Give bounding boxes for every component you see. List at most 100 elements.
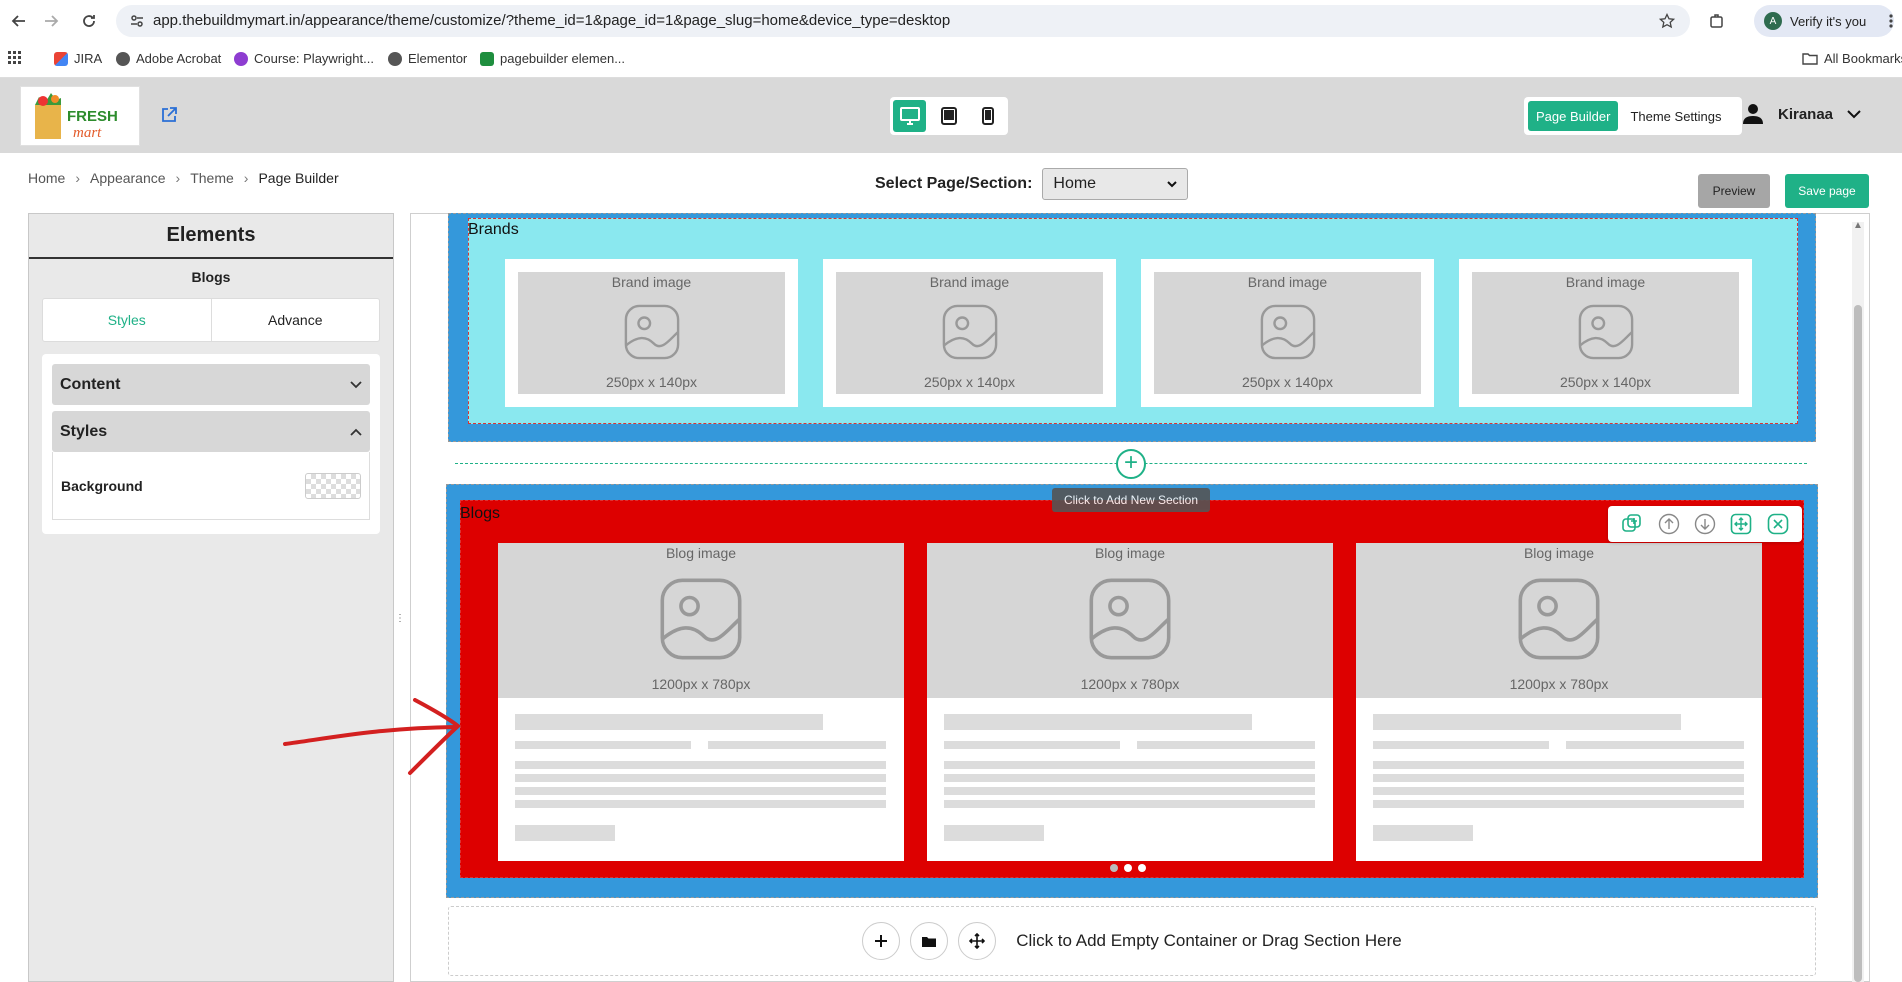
breadcrumb-home[interactable]: Home: [28, 170, 65, 186]
blog-text-skeleton: [944, 800, 1315, 808]
carousel-dot[interactable]: [1138, 864, 1146, 872]
blog-text-skeleton: [944, 774, 1315, 782]
svg-text:mart: mart: [73, 125, 102, 141]
fresh-mart-logo[interactable]: FRESH mart: [20, 86, 140, 146]
accordion-content[interactable]: Content: [52, 364, 370, 405]
browser-menu-icon[interactable]: [1884, 10, 1898, 32]
brand-image-placeholder: Brand image 250px x 140px: [518, 272, 785, 394]
chevron-down-icon: [1167, 180, 1178, 187]
user-name: Kiranaa: [1778, 105, 1834, 123]
background-color-picker[interactable]: [305, 472, 361, 499]
blog-text-skeleton: [1373, 800, 1744, 808]
page-section-selector: Select Page/Section: Home: [875, 168, 1189, 200]
duplicate-icon: [1622, 514, 1641, 532]
move-section-down-button[interactable]: [1694, 513, 1716, 535]
reload-icon[interactable]: [78, 10, 100, 32]
drag-section-button[interactable]: [1730, 513, 1752, 535]
blog-card[interactable]: Blog image 1200px x 780px: [498, 543, 904, 861]
breadcrumb-page-builder: Page Builder: [258, 170, 339, 186]
page-select-dropdown[interactable]: Home: [1042, 168, 1189, 200]
image-placeholder-icon: [1518, 578, 1600, 659]
delete-section-button[interactable]: [1767, 513, 1789, 535]
drag-section-here-button[interactable]: [958, 922, 997, 960]
extensions-icon[interactable]: [1706, 10, 1728, 32]
canvas-scroll-thumb[interactable]: [1854, 305, 1862, 982]
bookmark-course-playwright[interactable]: Course: Playwright...: [234, 51, 374, 66]
site-info-icon[interactable]: [126, 10, 148, 32]
sidebar-resize-handle[interactable]: ⋮: [395, 612, 405, 626]
device-switcher: [890, 97, 1008, 135]
brand-card[interactable]: Brand image 250px x 140px: [823, 259, 1116, 407]
desktop-icon: [899, 107, 920, 125]
tab-styles[interactable]: Styles: [43, 299, 212, 341]
blog-title-skeleton: [515, 714, 823, 730]
forward-icon[interactable]: [40, 10, 62, 32]
image-placeholder-icon: [1089, 578, 1171, 659]
tab-advance[interactable]: Advance: [212, 299, 380, 341]
duplicate-section-button[interactable]: [1621, 513, 1643, 535]
scroll-up-icon[interactable]: ▲: [1853, 220, 1863, 231]
profile-avatar: A: [1764, 12, 1782, 30]
browser-toolbar: app.thebuildmymart.in/appearance/theme/c…: [0, 0, 1902, 42]
bookmark-star-icon[interactable]: [1656, 10, 1678, 32]
user-menu[interactable]: Kiranaa: [1742, 103, 1861, 125]
chevron-right-icon: ›: [75, 170, 81, 186]
brand-card[interactable]: Brand image 250px x 140px: [1459, 259, 1752, 407]
chevron-down-icon: [350, 380, 362, 388]
open-external-icon[interactable]: [160, 106, 178, 129]
page-builder-tab[interactable]: Page Builder: [1528, 101, 1619, 131]
add-container-button[interactable]: [862, 922, 901, 960]
apps-grid-icon[interactable]: [8, 51, 22, 65]
background-label: Background: [61, 477, 143, 494]
browse-sections-button[interactable]: [910, 922, 949, 960]
preview-button[interactable]: Preview: [1698, 174, 1770, 208]
background-setting: Background: [52, 452, 370, 520]
blog-card[interactable]: Blog image 1200px x 780px: [1356, 543, 1762, 861]
carousel-dot[interactable]: [1110, 864, 1118, 872]
blog-text-skeleton: [1373, 787, 1744, 795]
blog-image-placeholder: Blog image 1200px x 780px: [927, 543, 1333, 698]
empty-container-dropzone[interactable]: Click to Add Empty Container or Drag Sec…: [448, 906, 1816, 976]
image-placeholder-icon: [624, 304, 679, 360]
carousel-dot[interactable]: [1124, 864, 1132, 872]
blog-button-skeleton: [1373, 825, 1473, 841]
accordion-styles[interactable]: Styles: [52, 411, 370, 452]
save-page-button[interactable]: Save page: [1785, 174, 1869, 208]
move-icon: [969, 933, 986, 949]
chevron-right-icon: ›: [175, 170, 181, 186]
back-icon[interactable]: [8, 10, 30, 32]
bookmark-adobe-acrobat[interactable]: Adobe Acrobat: [116, 51, 221, 66]
blog-text-skeleton: [515, 761, 886, 769]
empty-container-text: Click to Add Empty Container or Drag Sec…: [1016, 931, 1402, 950]
move-section-up-button[interactable]: [1658, 513, 1680, 535]
image-placeholder-icon: [942, 304, 997, 360]
blog-text-skeleton: [515, 774, 886, 782]
move-icon: [1731, 513, 1752, 535]
globe-icon: [388, 51, 402, 66]
mobile-icon: [982, 107, 995, 125]
bookmark-pagebuilder[interactable]: pagebuilder elemen...: [480, 51, 625, 66]
profile-verify-button[interactable]: A Verify it's you: [1754, 5, 1894, 37]
tablet-view-button[interactable]: [932, 100, 965, 132]
folder-icon: [1802, 53, 1818, 65]
plus-icon: [875, 935, 888, 947]
blog-card[interactable]: Blog image 1200px x 780px: [927, 543, 1333, 861]
sidebar-title: Elements: [29, 214, 393, 259]
mobile-view-button[interactable]: [972, 100, 1005, 132]
brand-card[interactable]: Brand image 250px x 140px: [1141, 259, 1434, 407]
bookmark-jira[interactable]: JIRA: [54, 51, 102, 66]
theme-settings-tab[interactable]: Theme Settings: [1622, 101, 1729, 131]
image-placeholder-icon: [660, 578, 742, 659]
bookmark-elementor[interactable]: Elementor: [388, 51, 467, 66]
add-section-button[interactable]: +: [1116, 449, 1146, 479]
blog-title-skeleton: [944, 714, 1252, 730]
svg-text:FRESH: FRESH: [67, 108, 118, 125]
sidebar-tabs: Styles Advance: [42, 298, 380, 342]
brand-card[interactable]: Brand image 250px x 140px: [505, 259, 798, 407]
breadcrumb-appearance[interactable]: Appearance: [90, 170, 166, 186]
url-text: app.thebuildmymart.in/appearance/theme/c…: [153, 12, 951, 29]
blog-image-placeholder: Blog image 1200px x 780px: [498, 543, 904, 698]
desktop-view-button[interactable]: [893, 100, 927, 132]
breadcrumb-theme[interactable]: Theme: [190, 170, 234, 186]
all-bookmarks[interactable]: All Bookmarks: [1802, 51, 1902, 66]
